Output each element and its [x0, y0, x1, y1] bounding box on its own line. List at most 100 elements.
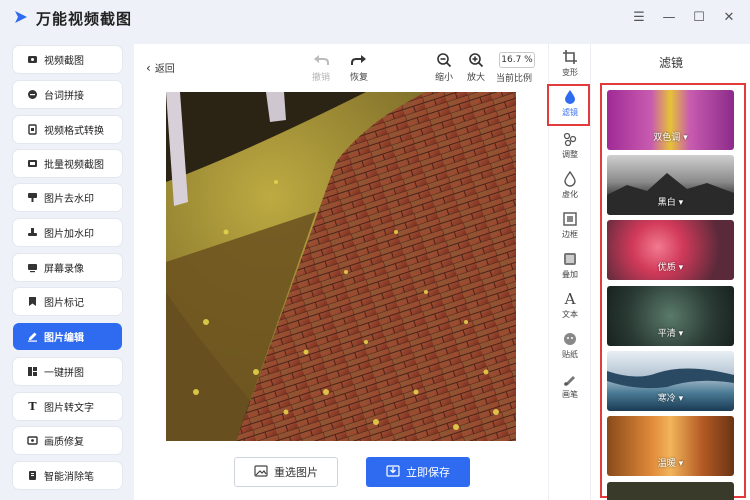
filter-card-cold[interactable]: 寒冷 ▾	[607, 351, 734, 411]
sidebar-item-label: 一键拼图	[44, 368, 84, 379]
zoom-out-icon	[436, 50, 452, 70]
menu-icon[interactable]: ☰	[630, 8, 648, 26]
video-icon	[27, 54, 38, 65]
add-watermark-icon	[27, 227, 38, 238]
dropdown-icon: ▾	[678, 198, 684, 208]
sidebar-item-format-convert[interactable]: 视频格式转换	[13, 116, 122, 143]
filter-label: 平清	[657, 329, 676, 339]
app-title: 万能视频截图	[36, 10, 133, 28]
sidebar-item-image-edit[interactable]: 图片编辑	[13, 323, 122, 350]
back-button[interactable]: ‹ 返回	[146, 60, 175, 76]
tool-label: 叠加	[562, 269, 578, 279]
sidebar-item-smart-eraser[interactable]: 智能消除笔	[13, 462, 122, 489]
tool-label: 贴纸	[562, 349, 578, 359]
tool-label: 虚化	[562, 189, 578, 199]
undo-label: 撤销	[312, 73, 331, 83]
sidebar-item-subtitle-join[interactable]: 台词拼接	[13, 81, 122, 108]
remove-watermark-icon	[27, 192, 38, 203]
sidebar-item-label: 图片编辑	[44, 333, 84, 344]
redo-button[interactable]: 恢复	[350, 50, 368, 83]
back-label: 返回	[154, 64, 175, 75]
sidebar-item-quality-repair[interactable]: 画质修复	[13, 427, 122, 454]
redo-icon	[350, 50, 368, 70]
convert-icon	[27, 124, 38, 135]
chevron-left-icon: ‹	[146, 60, 151, 75]
filter-label: 双色调	[653, 133, 681, 143]
undo-button[interactable]: 撤销	[312, 50, 330, 83]
tool-sticker[interactable]: 贴纸	[549, 326, 591, 364]
zoom-value[interactable]: 16.7 %	[499, 52, 535, 68]
sidebar-item-screen-record[interactable]: 屏幕录像	[13, 254, 122, 281]
zoom-out-button[interactable]: 缩小	[435, 50, 453, 83]
sidebar-item-label: 图片加水印	[44, 229, 94, 240]
border-icon	[563, 211, 577, 227]
tool-adjust[interactable]: 调整	[549, 126, 591, 164]
sidebar-item-add-watermark[interactable]: 图片加水印	[13, 219, 122, 246]
sidebar-item-image-mark[interactable]: 图片标记	[13, 288, 122, 315]
filter-card-clear[interactable]: 平清 ▾	[607, 286, 734, 346]
sidebar-item-label: 视频格式转换	[44, 126, 104, 137]
sidebar-item-label: 台词拼接	[44, 91, 84, 102]
sidebar-item-batch-screenshot[interactable]: 批量视频截图	[13, 150, 122, 177]
tool-overlay[interactable]: 叠加	[549, 246, 591, 284]
batch-icon	[27, 158, 38, 169]
dropdown-icon: ▾	[678, 263, 684, 273]
repair-icon	[27, 435, 38, 446]
sidebar-item-label: 图片标记	[44, 298, 84, 309]
filter-card-warm[interactable]: 温暖 ▾	[607, 416, 734, 476]
save-label: 立即保存	[406, 466, 450, 479]
tool-border[interactable]: 边框	[549, 206, 591, 244]
tool-transform[interactable]: 变形	[549, 44, 591, 82]
crop-icon	[563, 49, 577, 65]
tool-blur[interactable]: 虚化	[549, 166, 591, 204]
brush-icon	[563, 371, 577, 387]
collage-icon	[27, 366, 38, 377]
filter-panel-title: 滤镜	[658, 56, 683, 70]
sidebar-item-image-to-text[interactable]: T 图片转文字	[13, 393, 122, 420]
adjust-icon	[563, 131, 577, 147]
dropdown-icon: ▾	[678, 329, 684, 339]
tool-brush[interactable]: 画笔	[549, 366, 591, 404]
sidebar-item-video-screenshot[interactable]: 视频截图	[13, 46, 122, 73]
mark-icon	[27, 296, 38, 307]
redo-label: 恢复	[350, 73, 369, 83]
dropdown-icon: ▾	[678, 394, 684, 404]
text-icon: T	[28, 400, 37, 413]
close-icon[interactable]: ✕	[720, 8, 738, 26]
sidebar-item-label: 画质修复	[44, 437, 84, 448]
sidebar-item-label: 屏幕录像	[44, 264, 84, 275]
minimize-icon[interactable]: —	[660, 8, 678, 26]
overlay-icon	[563, 251, 577, 267]
save-button[interactable]: 立即保存	[366, 457, 470, 487]
sidebar-item-collage[interactable]: 一键拼图	[13, 358, 122, 385]
zoom-in-button[interactable]: 放大	[467, 50, 485, 83]
sidebar-item-label: 图片转文字	[44, 403, 94, 414]
sidebar: 视频截图 台词拼接 视频格式转换 批量视频截图 图片去水印 图片加水印 屏幕录像…	[0, 36, 134, 500]
app-logo-icon	[15, 11, 27, 23]
sidebar-item-remove-watermark[interactable]: 图片去水印	[13, 184, 122, 211]
filter-label: 优质	[657, 263, 676, 273]
maximize-icon[interactable]: ☐	[690, 8, 708, 26]
tool-label: 文本	[562, 309, 578, 319]
edit-icon	[27, 331, 38, 342]
filter-card-duotone[interactable]: 双色调 ▾	[607, 90, 734, 150]
tool-label: 变形	[562, 67, 578, 77]
image-canvas[interactable]	[166, 92, 516, 441]
record-icon	[27, 262, 38, 273]
filter-card-quality[interactable]: 优质 ▾	[607, 220, 734, 280]
dropdown-icon: ▾	[683, 133, 688, 143]
filter-label: 寒冷	[657, 394, 676, 404]
blur-icon	[563, 170, 577, 187]
filter-card-bw[interactable]: 黑白 ▾	[607, 155, 734, 215]
sticker-icon	[563, 331, 577, 347]
tool-label: 画笔	[562, 389, 578, 399]
zoom-out-label: 缩小	[435, 73, 454, 83]
tool-text[interactable]: A 文本	[549, 286, 591, 324]
sidebar-item-label: 视频截图	[44, 56, 84, 67]
subtitle-icon	[27, 89, 38, 100]
filter-card-more[interactable]	[607, 482, 734, 500]
sidebar-item-label: 图片去水印	[44, 194, 94, 205]
reselect-image-button[interactable]: 重选图片	[234, 457, 338, 487]
zoom-in-icon	[468, 50, 484, 70]
dropdown-icon: ▾	[678, 459, 684, 469]
